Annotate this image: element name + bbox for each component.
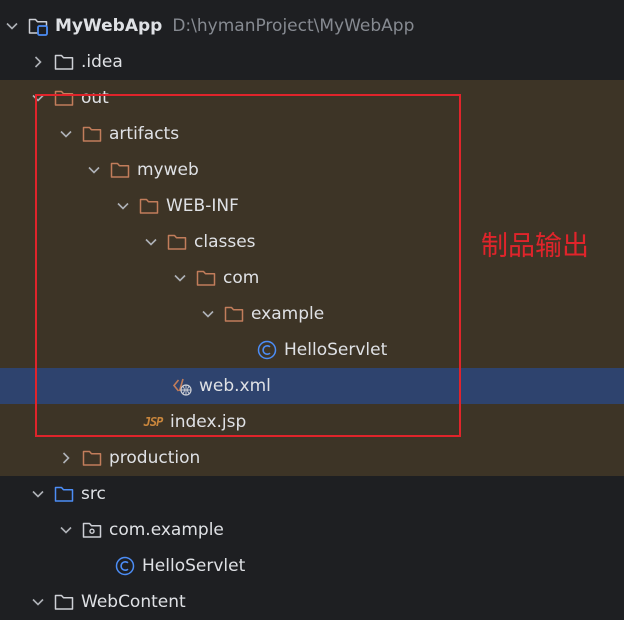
tree-row-project-root[interactable]: MyWebApp D:\hymanProject\MyWebApp	[0, 8, 624, 44]
tree-item-label: web.xml	[199, 376, 271, 396]
tree-row-src[interactable]: src	[0, 476, 624, 512]
folder-icon	[54, 592, 74, 612]
tree-item-label: com.example	[109, 520, 224, 540]
tree-row-artifacts[interactable]: artifacts	[0, 116, 624, 152]
tree-row-index-jsp[interactable]: JSP index.jsp	[0, 404, 624, 440]
tree-row-package-com-example[interactable]: com.example	[0, 512, 624, 548]
tree-row-myweb[interactable]: myweb	[0, 152, 624, 188]
tree-item-label: HelloServlet	[142, 556, 246, 576]
tree-item-label: production	[109, 448, 201, 468]
java-class-icon	[257, 340, 277, 360]
tree-row-idea[interactable]: .idea	[0, 44, 624, 80]
tree-item-label: classes	[194, 232, 256, 252]
excluded-folder-icon	[139, 196, 159, 216]
chevron-down-icon[interactable]	[144, 235, 158, 249]
chevron-down-icon[interactable]	[31, 487, 45, 501]
tree-item-label: src	[81, 484, 106, 504]
tree-row-hello-servlet-class[interactable]: HelloServlet	[0, 332, 624, 368]
tree-row-webcontent[interactable]: WebContent	[0, 584, 624, 620]
excluded-folder-icon	[167, 232, 187, 252]
excluded-folder-icon	[54, 88, 74, 108]
chevron-down-icon[interactable]	[5, 19, 19, 33]
tree-item-label: WEB-INF	[166, 196, 239, 216]
module-folder-icon	[28, 16, 48, 36]
tree-row-web-inf[interactable]: WEB-INF	[0, 188, 624, 224]
tree-item-label: com	[223, 268, 260, 288]
project-path: D:\hymanProject\MyWebApp	[172, 16, 415, 36]
tree-item-label: myweb	[137, 160, 199, 180]
tree-row-hello-servlet-source[interactable]: HelloServlet	[0, 548, 624, 584]
tree-item-label: index.jsp	[170, 412, 247, 432]
tree-item-label: example	[251, 304, 325, 324]
tree-item-label: artifacts	[109, 124, 180, 144]
excluded-folder-icon	[110, 160, 130, 180]
java-class-icon	[115, 556, 135, 576]
tree-row-web-xml[interactable]: web.xml	[0, 368, 624, 404]
source-folder-icon	[54, 484, 74, 504]
tree-row-out[interactable]: out	[0, 80, 624, 116]
tree-row-com[interactable]: com	[0, 260, 624, 296]
annotation-label: 制品输出	[481, 231, 589, 262]
tree-item-label: out	[81, 88, 109, 108]
tree-item-label: WebContent	[81, 592, 186, 612]
chevron-down-icon[interactable]	[59, 523, 73, 537]
chevron-down-icon[interactable]	[87, 163, 101, 177]
folder-icon	[54, 52, 74, 72]
chevron-down-icon[interactable]	[201, 307, 215, 321]
tree-row-example[interactable]: example	[0, 296, 624, 332]
xml-file-icon	[172, 376, 192, 396]
chevron-down-icon[interactable]	[31, 595, 45, 609]
tree-row-production[interactable]: production	[0, 440, 624, 476]
chevron-right-icon[interactable]	[31, 55, 45, 69]
excluded-folder-icon	[82, 124, 102, 144]
chevron-down-icon[interactable]	[116, 199, 130, 213]
project-name: MyWebApp	[55, 16, 163, 36]
excluded-folder-icon	[224, 304, 244, 324]
tree-item-label: HelloServlet	[284, 340, 388, 360]
excluded-folder-icon	[82, 448, 102, 468]
chevron-down-icon[interactable]	[173, 271, 187, 285]
jsp-file-icon: JSP	[143, 415, 164, 429]
excluded-folder-icon	[196, 268, 216, 288]
tree-item-label: .idea	[81, 52, 123, 72]
chevron-down-icon[interactable]	[31, 91, 45, 105]
chevron-right-icon[interactable]	[59, 451, 73, 465]
chevron-down-icon[interactable]	[59, 127, 73, 141]
package-icon	[82, 520, 102, 540]
